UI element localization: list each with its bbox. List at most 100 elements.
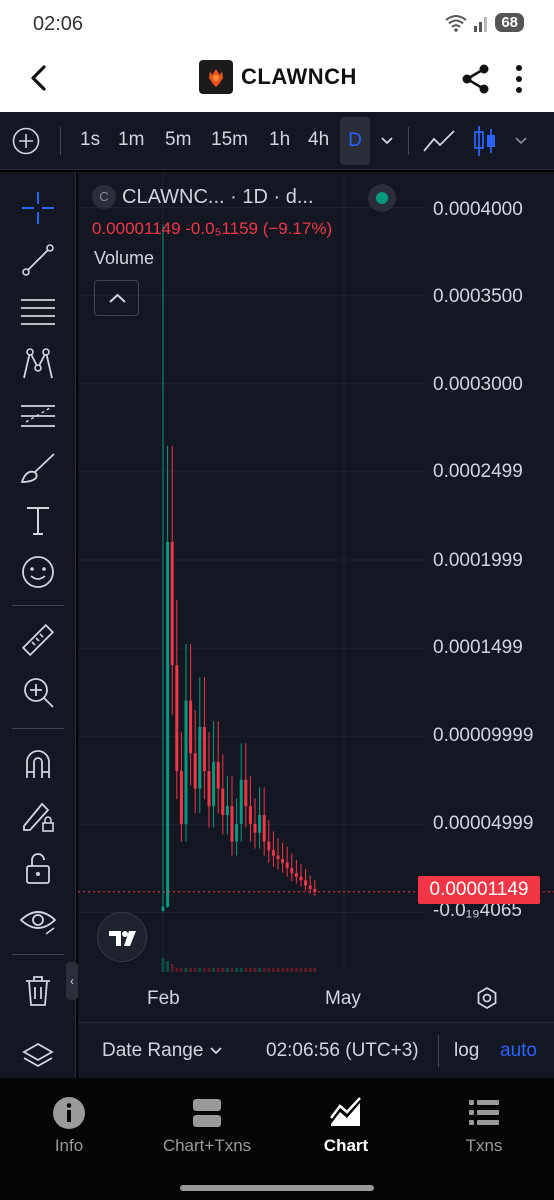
- candle-body: [308, 885, 312, 890]
- emoji-icon[interactable]: [18, 552, 58, 592]
- unlock-icon[interactable]: [18, 848, 58, 888]
- candle-body: [216, 762, 220, 789]
- timeframe-daily[interactable]: D: [340, 117, 370, 165]
- bottom-bar-divider: [438, 1035, 439, 1067]
- split-view-icon: [193, 1099, 221, 1127]
- price-axis-label: 0.00009999: [433, 725, 534, 746]
- chart-toolbar: 1s 1m 5m 15m 1h 4h D: [0, 112, 554, 170]
- timeframe-5m[interactable]: 5m: [165, 129, 191, 151]
- zoom-in-icon[interactable]: [18, 672, 58, 712]
- log-scale-toggle[interactable]: log: [454, 1040, 479, 1062]
- add-indicator-icon[interactable]: [12, 127, 40, 155]
- chart-settings-icon[interactable]: [475, 986, 499, 1010]
- candle-body: [175, 665, 179, 771]
- status-time: 02:06: [33, 13, 84, 35]
- share-icon[interactable]: [461, 63, 491, 95]
- candle-body: [290, 867, 294, 874]
- market-status-icon[interactable]: [368, 184, 396, 212]
- price-chart[interactable]: C CLAWNC... · 1D · d... 0.00001149 -0.0₅…: [78, 172, 554, 1022]
- forecast-icon[interactable]: [18, 396, 58, 436]
- timeframe-1m[interactable]: 1m: [118, 129, 144, 151]
- chevron-up-icon: [109, 293, 126, 303]
- volume-bar: [202, 968, 206, 972]
- volume-indicator-label[interactable]: Volume: [94, 248, 154, 269]
- tradingview-logo[interactable]: [97, 912, 147, 962]
- candle-body: [161, 906, 165, 912]
- back-arrow-icon[interactable]: [24, 62, 56, 94]
- candles-icon[interactable]: [472, 124, 498, 158]
- chevron-down-icon[interactable]: [380, 136, 394, 146]
- magnet-icon[interactable]: [18, 744, 58, 784]
- line-chart-icon[interactable]: [422, 127, 456, 155]
- candle-body: [304, 880, 308, 886]
- symbol-legend[interactable]: C CLAWNC... · 1D · d...: [92, 185, 314, 209]
- toolbar-divider: [408, 127, 409, 155]
- candle-body: [294, 873, 298, 877]
- volume-bar: [308, 968, 312, 972]
- volume-bar: [207, 968, 211, 972]
- volume-bar: [304, 968, 308, 972]
- more-menu-icon[interactable]: [515, 64, 523, 94]
- nav-info[interactable]: Info: [9, 1096, 129, 1156]
- tools-divider: [12, 605, 64, 606]
- candle-body: [230, 806, 234, 842]
- time-axis-label: May: [325, 988, 361, 1009]
- trash-icon[interactable]: [18, 970, 58, 1010]
- volume-bar: [193, 968, 197, 972]
- date-range-button[interactable]: Date Range: [102, 1040, 223, 1062]
- eye-icon[interactable]: [18, 900, 58, 940]
- candle-body: [276, 855, 280, 860]
- candle-body: [262, 815, 266, 842]
- list-icon: [469, 1100, 499, 1125]
- candle-body: [235, 823, 239, 842]
- volume-bar: [262, 968, 266, 972]
- nav-chart-txns[interactable]: Chart+Txns: [147, 1096, 267, 1156]
- volume-bar: [221, 968, 225, 972]
- timeframe-15m[interactable]: 15m: [211, 129, 248, 151]
- collapse-panel-button[interactable]: ‹: [66, 962, 78, 1000]
- battery-icon: 68: [495, 13, 524, 32]
- lock-drawing-icon[interactable]: [18, 796, 58, 836]
- fib-retracement-icon[interactable]: [18, 292, 58, 332]
- app-header: CLAWNCH: [0, 50, 554, 112]
- volume-bar: [258, 968, 262, 972]
- candle-body: [285, 862, 289, 868]
- volume-bar: [166, 961, 170, 972]
- status-icons: 68: [445, 13, 524, 32]
- ruler-icon[interactable]: [18, 620, 58, 660]
- chart-bottom-bar: Date Range 02:06:56 (UTC+3) log auto: [78, 1022, 554, 1078]
- nav-chart[interactable]: Chart: [286, 1096, 406, 1156]
- chevron-down-icon[interactable]: [514, 136, 528, 146]
- text-tool-icon[interactable]: [18, 500, 58, 540]
- candle-body: [271, 850, 275, 856]
- layers-icon[interactable]: [18, 1038, 58, 1078]
- volume-bar: [189, 968, 193, 972]
- nav-label: Chart+Txns: [162, 1136, 252, 1155]
- legend-collapse-button[interactable]: [94, 280, 139, 316]
- toolbar-divider: [60, 127, 61, 155]
- volume-bar: [253, 968, 257, 972]
- crosshair-icon[interactable]: [18, 188, 58, 228]
- price-axis-label: 0.0003000: [433, 374, 523, 395]
- drawing-tools-panel: ‹: [0, 172, 78, 1078]
- candle-body: [184, 700, 188, 824]
- candle-body: [267, 841, 271, 851]
- ohlc-values: 0.00001149 -0.0₅1159 (−9.17%): [92, 219, 333, 238]
- candle-body: [170, 541, 174, 666]
- candle-body: [299, 876, 303, 881]
- pattern-icon[interactable]: [18, 344, 58, 384]
- brush-icon[interactable]: [18, 448, 58, 488]
- chart-clock[interactable]: 02:06:56 (UTC+3): [266, 1040, 419, 1062]
- chevron-down-icon: [210, 1047, 222, 1055]
- symbol-title: CLAWNC... · 1D · d...: [122, 185, 314, 208]
- timeframe-4h[interactable]: 4h: [308, 129, 329, 151]
- timeframe-1s[interactable]: 1s: [80, 129, 100, 151]
- timeframe-1h[interactable]: 1h: [269, 129, 290, 151]
- candle-body: [198, 726, 202, 789]
- nav-txns[interactable]: Txns: [424, 1096, 544, 1156]
- home-indicator[interactable]: [180, 1185, 374, 1191]
- auto-scale-toggle[interactable]: auto: [500, 1040, 537, 1062]
- trend-line-icon[interactable]: [18, 240, 58, 280]
- volume-bar: [161, 958, 165, 972]
- nav-label: Txns: [465, 1136, 503, 1155]
